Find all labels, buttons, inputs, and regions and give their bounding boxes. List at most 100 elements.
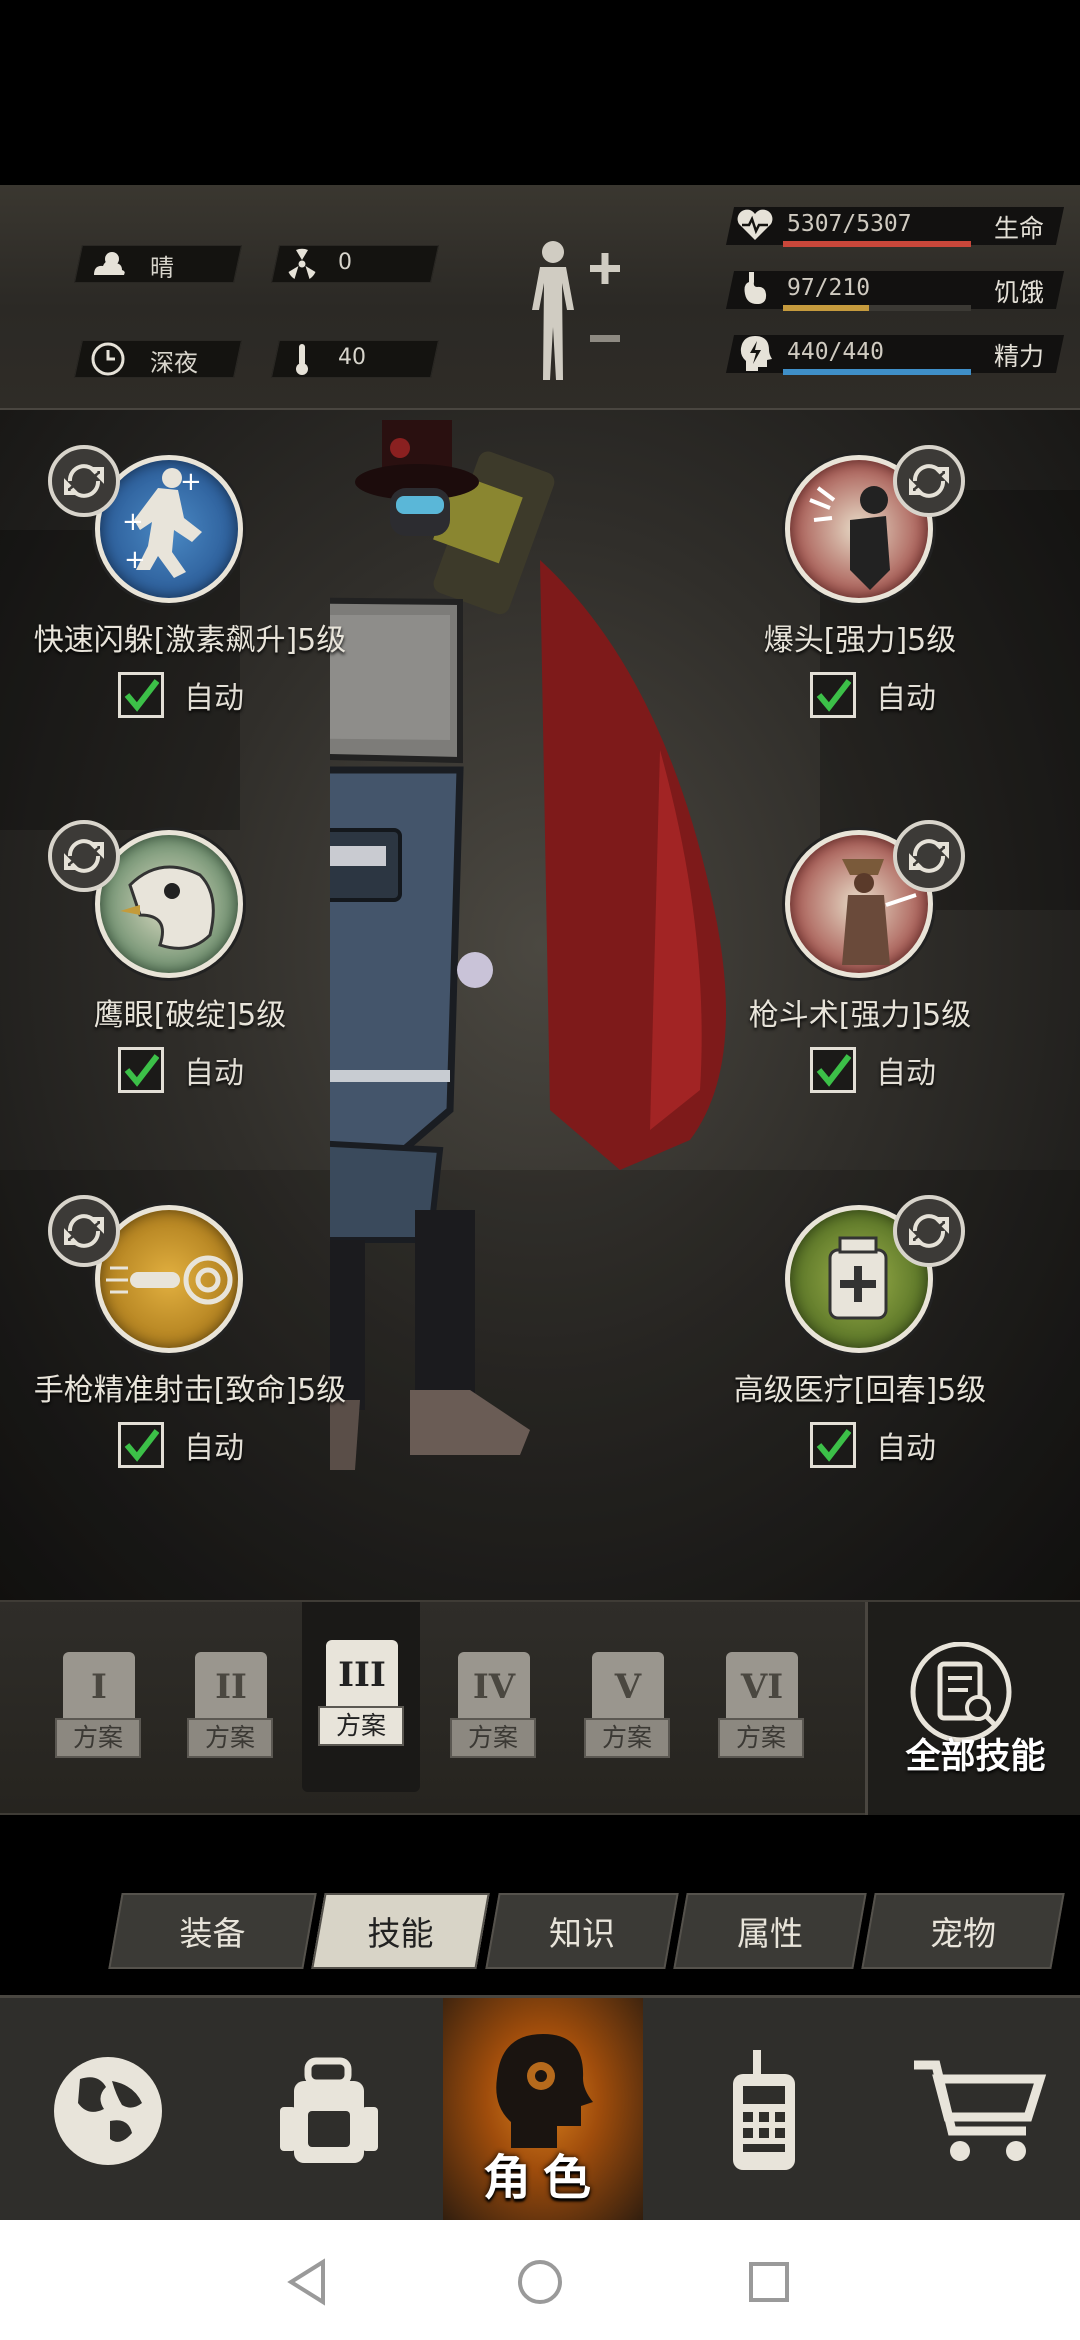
skill-name: 枪斗术[强力]5级 xyxy=(748,998,972,1033)
backpack-icon xyxy=(280,2057,378,2163)
plan-numeral: I xyxy=(63,1652,135,1722)
auto-checkbox[interactable] xyxy=(810,672,856,718)
tab-skills-label: 技能 xyxy=(367,1914,434,1953)
nav-map-button[interactable] xyxy=(0,1998,216,2223)
auto-checkbox[interactable] xyxy=(118,672,164,718)
system-navigation-bar xyxy=(0,2220,1080,2340)
plan-label: 方案 xyxy=(55,1718,141,1758)
plan-numeral: III xyxy=(326,1640,398,1710)
energy-value: 440/440 xyxy=(787,339,884,365)
body-status-icon[interactable] xyxy=(520,235,630,385)
hunger-bar xyxy=(783,305,971,311)
recents-icon[interactable] xyxy=(747,2260,791,2304)
all-skills-button[interactable]: 全部技能 xyxy=(865,1602,1080,1817)
bottom-nav: 角色 xyxy=(0,1995,1080,2223)
swap-skill-icon[interactable] xyxy=(893,820,965,892)
plan-label: 方案 xyxy=(187,1718,273,1758)
thermometer-icon xyxy=(280,337,324,381)
hunger-value: 97/210 xyxy=(787,275,871,301)
radio-icon xyxy=(733,2049,795,2170)
plan-label: 方案 xyxy=(718,1718,804,1758)
character-icon xyxy=(496,2033,593,2148)
plan-label: 方案 xyxy=(450,1718,536,1758)
skill-slot-5: 手枪精准射击[致命]5级 自动 xyxy=(34,1195,400,1515)
health-bar xyxy=(783,241,971,247)
health-value: 5307/5307 xyxy=(787,211,912,237)
swap-skill-icon[interactable] xyxy=(893,445,965,517)
auto-label: 自动 xyxy=(184,1431,244,1466)
skill-slot-4: 枪斗术[强力]5级 自动 xyxy=(690,820,1050,1140)
clock-icon xyxy=(86,337,130,381)
hunger-bar-fill xyxy=(783,305,870,311)
swap-skill-icon[interactable] xyxy=(48,1195,120,1267)
weather-text: 晴 xyxy=(150,254,174,282)
plan-label: 方案 xyxy=(584,1718,670,1758)
nav-bag-button[interactable] xyxy=(220,1998,436,2223)
plan-numeral: V xyxy=(592,1652,664,1722)
tab-equipment-label: 装备 xyxy=(179,1914,246,1953)
health-bar-fill xyxy=(783,241,971,247)
temperature-value: 40 xyxy=(338,345,366,370)
plan-label: 方案 xyxy=(318,1706,404,1746)
time-text: 深夜 xyxy=(150,349,198,377)
energy-head-icon xyxy=(733,331,777,375)
page-tabs: 装备 技能 知识 属性 宠物 xyxy=(0,1815,1080,1995)
skill-name: 快速闪躲[激素飙升]5级 xyxy=(33,623,347,658)
home-icon[interactable] xyxy=(516,2258,564,2306)
tab-pets-label: 宠物 xyxy=(930,1914,996,1953)
back-icon[interactable] xyxy=(285,2258,329,2306)
nav-radio-button[interactable] xyxy=(655,1998,871,2223)
svg-text:+: + xyxy=(180,467,202,497)
auto-label: 自动 xyxy=(184,1056,244,1091)
hunger-label: 饥饿 xyxy=(994,278,1045,307)
globe-icon xyxy=(54,2056,162,2165)
nav-character-label: 角色 xyxy=(482,2150,603,2206)
energy-label: 精力 xyxy=(994,342,1045,371)
plan-6-button[interactable]: VI 方案 xyxy=(718,1652,804,1764)
swap-skill-icon[interactable] xyxy=(893,1195,965,1267)
radiation-value: 0 xyxy=(338,250,352,275)
skill-slot-6: 高级医疗[回春]5级 自动 xyxy=(690,1195,1050,1515)
skill-name: 手枪精准射击[致命]5级 xyxy=(33,1373,347,1408)
cart-icon xyxy=(914,2060,1047,2161)
radiation-icon xyxy=(280,242,324,286)
plan-1-button[interactable]: I 方案 xyxy=(55,1652,141,1764)
top-bar xyxy=(0,0,1080,185)
auto-checkbox[interactable] xyxy=(810,1047,856,1093)
heart-icon xyxy=(733,203,777,247)
auto-label: 自动 xyxy=(876,681,936,716)
stomach-icon xyxy=(733,267,777,311)
plan-numeral: II xyxy=(195,1652,267,1722)
all-skills-label: 全部技能 xyxy=(905,1737,1046,1777)
status-header: 晴 0 深夜 40 5307/5307 生命 97/210 饥饿 440/440… xyxy=(0,185,1080,410)
tab-knowledge-label: 知识 xyxy=(549,1914,615,1953)
svg-text:+: + xyxy=(124,545,146,575)
nav-shop-button[interactable] xyxy=(870,1998,1080,2223)
plan-5-button[interactable]: V 方案 xyxy=(584,1652,670,1764)
tab-attributes-label: 属性 xyxy=(737,1914,803,1953)
auto-checkbox[interactable] xyxy=(118,1422,164,1468)
skill-plan-bar: I 方案 II 方案 III 方案 IV 方案 V 方案 VI 方案 全部技能 xyxy=(0,1600,1080,1817)
plan-3-button[interactable]: III 方案 xyxy=(318,1640,404,1752)
auto-label: 自动 xyxy=(876,1431,936,1466)
health-label: 生命 xyxy=(994,214,1045,243)
swap-skill-icon[interactable] xyxy=(48,820,120,892)
skill-slot-3: 鹰眼[破绽]5级 自动 xyxy=(40,820,400,1140)
plan-numeral: VI xyxy=(726,1652,798,1722)
auto-checkbox[interactable] xyxy=(810,1422,856,1468)
skill-slot-1: + + + 快速闪躲[激素飙升]5级 自动 xyxy=(34,445,400,765)
auto-label: 自动 xyxy=(184,681,244,716)
skill-name: 高级医疗[回春]5级 xyxy=(733,1373,987,1408)
plan-2-button[interactable]: II 方案 xyxy=(187,1652,273,1764)
character-scene: + + + 快速闪躲[激素飙升]5级 自动 鹰眼[破绽]5级 自动 手枪精准射击[致… xyxy=(0,410,1080,1600)
swap-skill-icon[interactable] xyxy=(48,445,120,517)
cloud-sun-icon xyxy=(86,242,130,286)
energy-bar-fill xyxy=(783,369,971,375)
energy-bar xyxy=(783,369,971,375)
auto-label: 自动 xyxy=(876,1056,936,1091)
skill-slot-2: 爆头[强力]5级 自动 xyxy=(690,445,1050,765)
svg-text:+: + xyxy=(122,507,144,537)
plan-4-button[interactable]: IV 方案 xyxy=(450,1652,536,1764)
skill-name: 鹰眼[破绽]5级 xyxy=(93,998,287,1033)
auto-checkbox[interactable] xyxy=(118,1047,164,1093)
